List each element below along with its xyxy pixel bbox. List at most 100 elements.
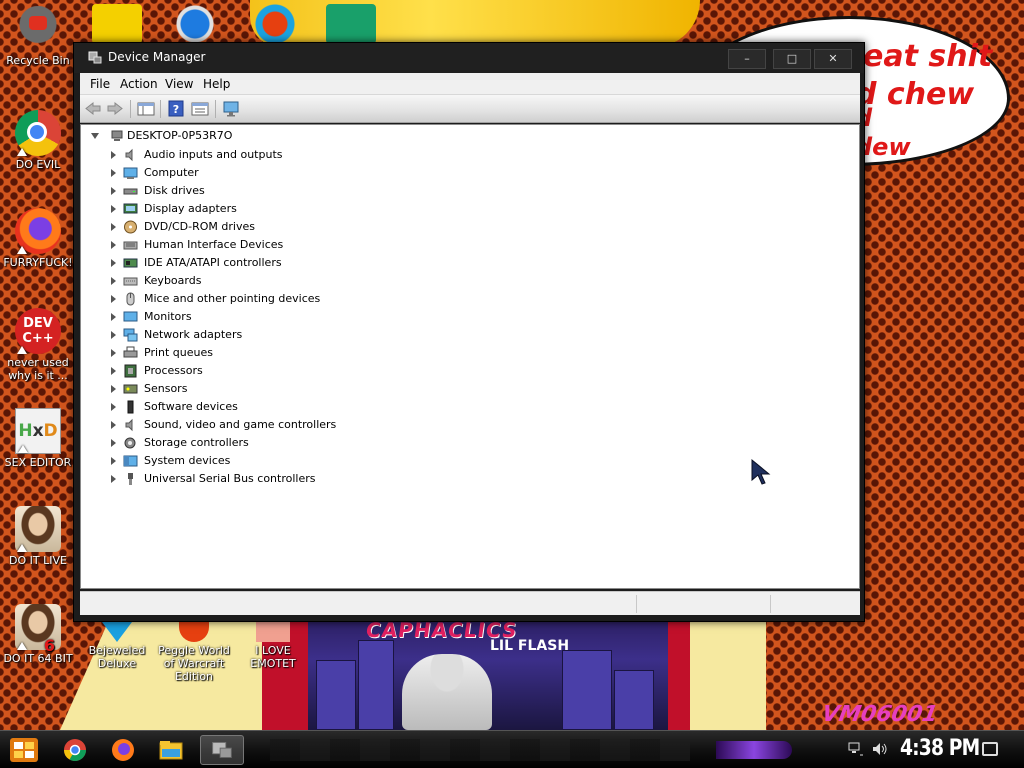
- network-icon[interactable]: [848, 742, 864, 756]
- tree-node-print-queues[interactable]: Print queues: [107, 345, 507, 362]
- taskbar-purple-accent: [716, 741, 792, 759]
- forward-icon[interactable]: [105, 99, 125, 118]
- tree-node-software-devices[interactable]: Software devices: [107, 399, 507, 416]
- monitor-icon[interactable]: [221, 99, 241, 118]
- ide-controller-icon: [123, 258, 138, 268]
- title-bar[interactable]: Device Manager – □ ✕: [74, 43, 864, 73]
- tree-node-storage[interactable]: Storage controllers: [107, 435, 507, 452]
- desktop-icon-label: DO EVIL: [15, 158, 61, 171]
- tree-node-label: Mice and other pointing devices: [144, 292, 321, 305]
- tree-node-audio[interactable]: Audio inputs and outputs: [107, 147, 507, 164]
- expand-arrow-icon[interactable]: [111, 241, 116, 249]
- expand-arrow-icon[interactable]: [111, 277, 116, 285]
- expand-arrow-icon[interactable]: [111, 475, 116, 483]
- expand-arrow-icon[interactable]: [111, 421, 116, 429]
- device-tree[interactable]: DESKTOP-0P53R7O Audio inputs and outputs…: [80, 124, 860, 589]
- firefox-icon[interactable]: [106, 735, 140, 765]
- tree-node-sound[interactable]: Sound, video and game controllers: [107, 417, 507, 434]
- collapse-arrow-icon[interactable]: [91, 133, 99, 139]
- expand-arrow-icon[interactable]: [111, 457, 116, 465]
- usb-icon: [128, 473, 133, 485]
- desktop-icon-recycle-bin[interactable]: Recycle Bin: [0, 6, 76, 67]
- expand-arrow-icon[interactable]: [111, 313, 116, 321]
- desktop-icon-sex-editor[interactable]: HxD SEX EDITOR: [0, 408, 76, 469]
- menu-action[interactable]: Action: [120, 77, 158, 91]
- tree-node-monitors[interactable]: Monitors: [107, 309, 507, 326]
- dev-cpp-icon: DEV C++: [15, 308, 61, 354]
- desktop-icon-label: FURRYFUCK!: [3, 256, 73, 269]
- explorer-icon[interactable]: [154, 735, 188, 765]
- help-icon[interactable]: ?: [166, 99, 186, 118]
- menu-view[interactable]: View: [165, 77, 193, 91]
- tree-node-label: DVD/CD-ROM drives: [144, 220, 255, 233]
- notification-icon[interactable]: [982, 742, 998, 756]
- properties-icon[interactable]: [190, 99, 210, 118]
- tree-node-display-adapters[interactable]: Display adapters: [107, 201, 507, 218]
- taskbar-clock[interactable]: 4:38 PM: [900, 736, 980, 761]
- device-manager-window[interactable]: Device Manager – □ ✕ File Action View He…: [73, 42, 865, 622]
- desktop-icon-bejeweled[interactable]: Bejeweled Deluxe: [80, 622, 154, 670]
- tree-node-label: Software devices: [144, 400, 238, 413]
- desktop-icon-do-it-live[interactable]: DO IT LIVE: [0, 506, 76, 567]
- tree-node-ide[interactable]: IDE ATA/ATAPI controllers: [107, 255, 507, 272]
- tree-node-keyboards[interactable]: Keyboards: [107, 273, 507, 290]
- tree-node-label: Disk drives: [144, 184, 205, 197]
- desktop-icon-label: Recycle Bin: [6, 54, 70, 67]
- expand-arrow-icon[interactable]: [111, 367, 116, 375]
- publisher-icon[interactable]: [326, 4, 376, 44]
- tree-node-disk-drives[interactable]: Disk drives: [107, 183, 507, 200]
- back-icon[interactable]: [83, 99, 103, 118]
- desktop-icon-dev-cpp[interactable]: DEV C++ never used why is it ...: [0, 308, 76, 382]
- hxd-icon: HxD: [15, 408, 61, 454]
- tree-node-dvd[interactable]: DVD/CD-ROM drives: [107, 219, 507, 236]
- taskbar: 4:38 PM: [0, 730, 1024, 768]
- tree-node-label: Monitors: [144, 310, 192, 323]
- expand-arrow-icon[interactable]: [111, 187, 116, 195]
- expand-arrow-icon[interactable]: [111, 223, 116, 231]
- console-tree-icon[interactable]: [136, 99, 156, 118]
- desktop-icon-do-evil[interactable]: DO EVIL: [0, 110, 76, 171]
- volume-icon[interactable]: [872, 742, 888, 756]
- tree-node-usb[interactable]: Universal Serial Bus controllers: [107, 471, 507, 488]
- system-devices-icon: [123, 455, 138, 467]
- expand-arrow-icon[interactable]: [111, 403, 116, 411]
- expand-arrow-icon[interactable]: [111, 259, 116, 267]
- peggle-icon[interactable]: [250, 4, 300, 44]
- chrome-icon[interactable]: [58, 735, 92, 765]
- desktop-icon-label: Bejeweled Deluxe: [88, 644, 146, 670]
- desktop-icon-furryfuck[interactable]: FURRYFUCK!: [0, 208, 76, 269]
- poster-building: [316, 660, 356, 730]
- close-button[interactable]: ✕: [814, 49, 852, 69]
- tree-node-network[interactable]: Network adapters: [107, 327, 507, 344]
- expand-arrow-icon[interactable]: [111, 205, 116, 213]
- processor-icon: [124, 364, 137, 378]
- menu-file[interactable]: File: [90, 77, 110, 91]
- tree-node-mice[interactable]: Mice and other pointing devices: [107, 291, 507, 308]
- tree-node-processors[interactable]: Processors: [107, 363, 507, 380]
- start-icon[interactable]: [8, 735, 40, 765]
- dreamweaver-icon[interactable]: [92, 4, 142, 44]
- expand-arrow-icon[interactable]: [111, 331, 116, 339]
- device-manager-taskbar-icon[interactable]: [200, 735, 244, 765]
- tree-node-computer[interactable]: Computer: [107, 165, 507, 182]
- dvd-drive-icon: [124, 220, 137, 234]
- desktop-icon-peggle-wow[interactable]: Peggle World of Warcraft Edition: [154, 622, 234, 683]
- taskbar-decoration: [270, 739, 690, 761]
- expand-arrow-icon[interactable]: [111, 295, 116, 303]
- app-icon[interactable]: [170, 4, 220, 44]
- desktop-icon-do-it-64-bit[interactable]: 6 DO IT 64 BIT: [0, 604, 76, 665]
- maximize-button[interactable]: □: [773, 49, 811, 69]
- expand-arrow-icon[interactable]: [111, 349, 116, 357]
- tree-node-sensors[interactable]: Sensors: [107, 381, 507, 398]
- expand-arrow-icon[interactable]: [111, 169, 116, 177]
- minimize-button[interactable]: –: [728, 49, 766, 69]
- tree-node-label: Sound, video and game controllers: [144, 418, 337, 431]
- expand-arrow-icon[interactable]: [111, 439, 116, 447]
- menu-help[interactable]: Help: [203, 77, 230, 91]
- mouse-cursor-icon: [751, 458, 771, 485]
- desktop-icon-i-love-emotet[interactable]: I LOVE EMOTET: [234, 622, 312, 670]
- expand-arrow-icon[interactable]: [111, 385, 116, 393]
- expand-arrow-icon[interactable]: [111, 151, 116, 159]
- tree-node-system-devices[interactable]: System devices: [107, 453, 507, 470]
- tree-node-hid[interactable]: Human Interface Devices: [107, 237, 507, 254]
